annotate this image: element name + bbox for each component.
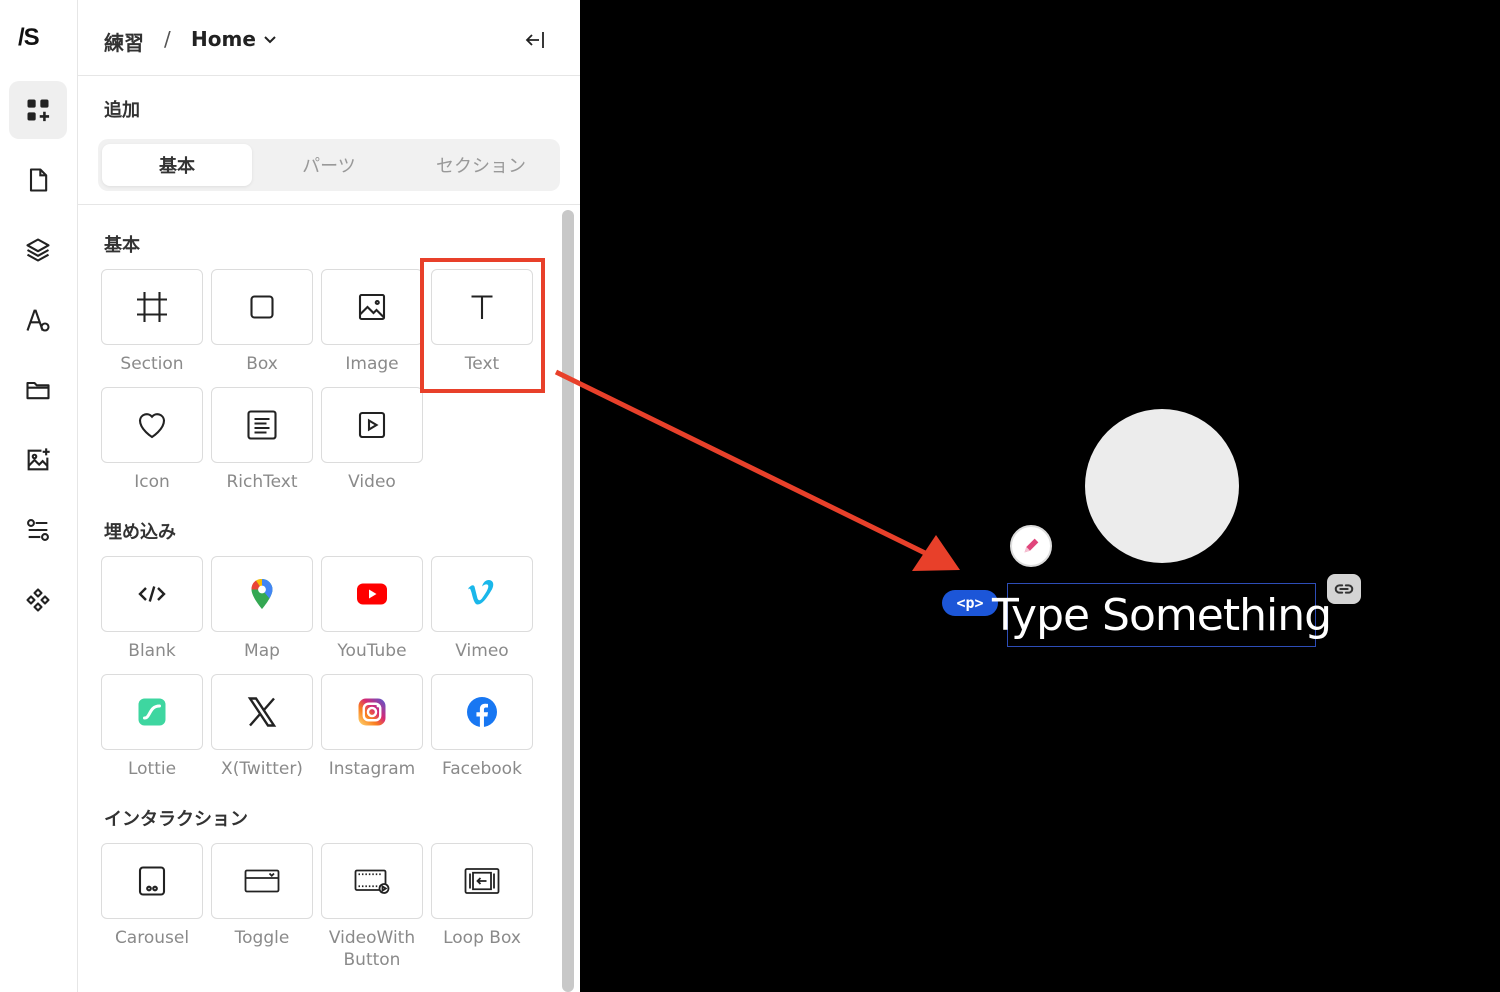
- add-x-twitter-tile[interactable]: [211, 674, 313, 750]
- tile-label: Section: [120, 354, 184, 374]
- youtube-icon: [357, 583, 387, 605]
- tile-label: Loop Box: [443, 928, 521, 948]
- tile-label: Carousel: [114, 928, 190, 948]
- box-icon: [250, 295, 274, 319]
- layers-icon: [26, 238, 50, 262]
- app-logo[interactable]: /S: [18, 24, 40, 52]
- heart-icon: [138, 413, 166, 439]
- tile-label: VideoWith Button: [328, 928, 416, 970]
- tile-label: Blank: [128, 641, 176, 661]
- tile-label: Icon: [134, 472, 170, 492]
- rail-add-element[interactable]: [9, 81, 67, 139]
- add-icon-tile[interactable]: [101, 387, 203, 463]
- toggle-icon: [244, 869, 280, 893]
- video-icon: [358, 411, 386, 439]
- vimeo-icon: [468, 579, 494, 605]
- breadcrumb-project[interactable]: 練習: [104, 27, 144, 56]
- add-map-tile[interactable]: [211, 556, 313, 632]
- panel-title: 追加: [104, 100, 140, 121]
- rail-interactions[interactable]: [9, 501, 67, 559]
- instagram-icon: [358, 698, 386, 726]
- lottie-icon: [138, 698, 166, 726]
- add-panel: 練習 / Home 追加 基本 パーツ セクション 基本 Section Box…: [78, 0, 580, 992]
- video-with-button-icon: [354, 869, 390, 894]
- tile-label: RichText: [226, 472, 298, 492]
- tile-label: Facebook: [442, 759, 522, 779]
- divider: [78, 204, 580, 205]
- panel-scrollbar[interactable]: [562, 210, 574, 992]
- circle-shape[interactable]: [1085, 409, 1239, 563]
- section-title-basic: 基本: [104, 235, 140, 256]
- link-button[interactable]: [1327, 574, 1361, 604]
- chevron-down-icon[interactable]: [262, 31, 278, 47]
- rail-pages[interactable]: [9, 151, 67, 209]
- link-icon: [1334, 584, 1354, 594]
- tile-label: Box: [246, 354, 278, 374]
- typography-icon: [26, 309, 50, 332]
- code-icon: [138, 586, 166, 602]
- tile-label: YouTube: [337, 641, 407, 661]
- design-canvas[interactable]: <p> Type Something: [580, 0, 1500, 992]
- rail-typography[interactable]: [9, 291, 67, 349]
- add-image-icon: [27, 448, 50, 471]
- selected-text-element[interactable]: Type Something: [992, 583, 1332, 647]
- tab-sections[interactable]: セクション: [406, 144, 556, 186]
- components-icon: [26, 588, 50, 612]
- icon-rail: /S: [0, 0, 78, 992]
- tile-label: Video: [348, 472, 396, 492]
- edit-button[interactable]: [1010, 525, 1052, 567]
- richtext-icon: [247, 410, 277, 440]
- facebook-icon: [467, 697, 497, 727]
- add-section-tile[interactable]: [101, 269, 203, 345]
- rail-layers[interactable]: [9, 221, 67, 279]
- add-carousel-tile[interactable]: [101, 843, 203, 919]
- tile-label: X(Twitter): [221, 759, 303, 779]
- x-icon: [247, 697, 277, 727]
- add-video-with-button-tile[interactable]: [321, 843, 423, 919]
- carousel-icon: [138, 866, 166, 896]
- add-image-tile[interactable]: [321, 269, 423, 345]
- collapse-panel-icon[interactable]: [523, 28, 547, 52]
- text-tile-highlight: [420, 258, 545, 393]
- add-box-tile[interactable]: [211, 269, 313, 345]
- rail-assets[interactable]: [9, 361, 67, 419]
- add-facebook-tile[interactable]: [431, 674, 533, 750]
- loop-box-icon: [464, 868, 500, 894]
- breadcrumb-page-selector[interactable]: Home: [191, 27, 256, 51]
- tile-label: Toggle: [234, 928, 290, 948]
- add-loop-box-tile[interactable]: [431, 843, 533, 919]
- tile-label: Instagram: [328, 759, 416, 779]
- tile-label: Lottie: [127, 759, 177, 779]
- add-lottie-tile[interactable]: [101, 674, 203, 750]
- folder-icon: [26, 381, 50, 400]
- add-youtube-tile[interactable]: [321, 556, 423, 632]
- tab-bar: 基本 パーツ セクション: [98, 139, 560, 191]
- add-blank-tile[interactable]: [101, 556, 203, 632]
- add-instagram-tile[interactable]: [321, 674, 423, 750]
- pencil-icon: [1024, 538, 1039, 553]
- add-toggle-tile[interactable]: [211, 843, 313, 919]
- tab-basic[interactable]: 基本: [102, 144, 252, 186]
- tile-label: Map: [244, 641, 280, 661]
- element-tag-badge: <p>: [942, 590, 998, 616]
- tile-label: Vimeo: [455, 641, 509, 661]
- page-icon: [29, 168, 48, 192]
- tile-label: Image: [345, 354, 399, 374]
- add-element-icon: [27, 99, 50, 122]
- rail-components[interactable]: [9, 571, 67, 629]
- section-title-interaction: インタラクション: [104, 809, 248, 830]
- rail-images[interactable]: [9, 431, 67, 489]
- interaction-flow-icon: [27, 519, 49, 541]
- add-video-tile[interactable]: [321, 387, 423, 463]
- breadcrumb-separator: /: [164, 27, 171, 51]
- breadcrumb: 練習 / Home: [78, 0, 580, 76]
- tab-parts[interactable]: パーツ: [254, 144, 404, 186]
- add-richtext-tile[interactable]: [211, 387, 313, 463]
- section-title-embed: 埋め込み: [104, 522, 176, 543]
- image-icon: [358, 293, 386, 321]
- map-pin-icon: [251, 578, 273, 609]
- section-icon: [137, 292, 167, 322]
- add-vimeo-tile[interactable]: [431, 556, 533, 632]
